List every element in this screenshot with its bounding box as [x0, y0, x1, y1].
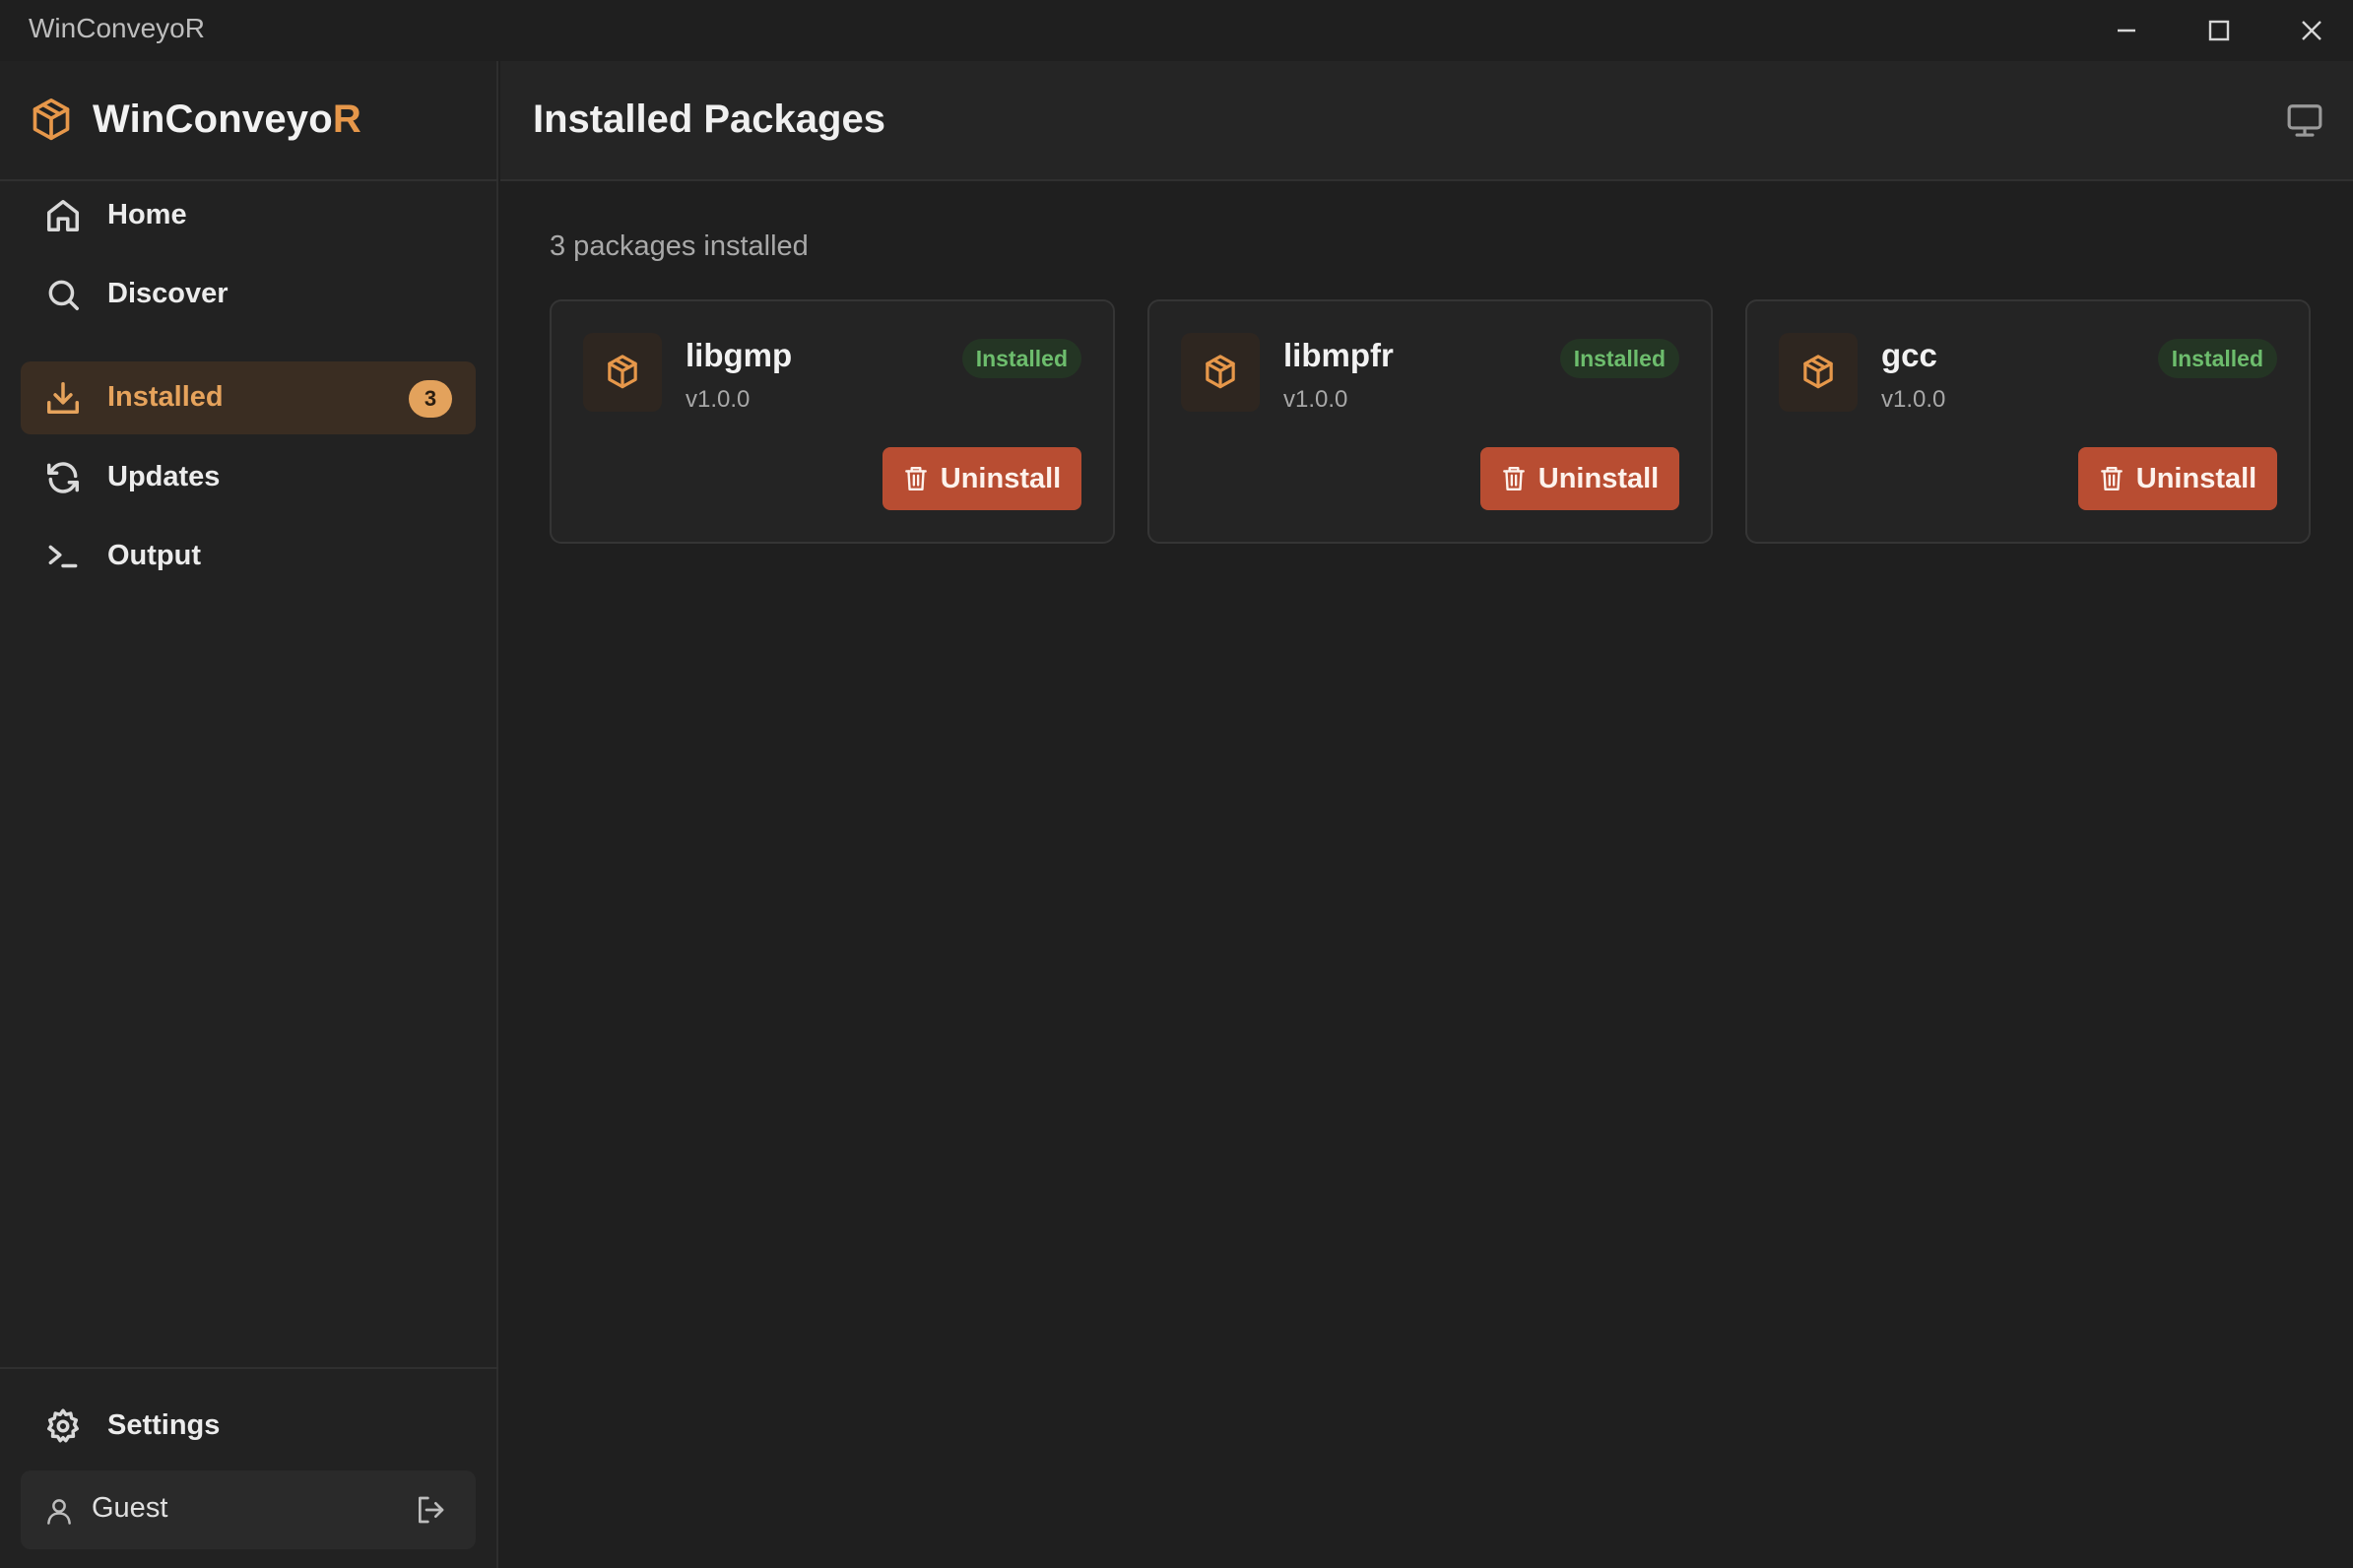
package-name: libmpfr: [1283, 337, 1394, 373]
page-title: Installed Packages: [533, 98, 885, 141]
package-icon: [1181, 333, 1260, 412]
brand: WinConveyoR: [0, 61, 498, 181]
sidebar: WinConveyoR Home Discover Installed 3 Up…: [0, 61, 498, 1568]
installed-count-badge: 3: [409, 380, 452, 418]
package-version: v1.0.0: [686, 386, 751, 413]
sidebar-item-installed[interactable]: Installed 3: [21, 361, 476, 434]
app-window: WinConveyoR WinConveyoR Home Discover In…: [0, 0, 2353, 1568]
sidebar-item-settings[interactable]: Settings: [21, 1390, 476, 1463]
trash-icon: [1502, 467, 1525, 490]
monitor-icon[interactable]: [2286, 102, 2323, 143]
sidebar-item-label: Home: [107, 199, 187, 230]
package-version: v1.0.0: [1283, 386, 1348, 413]
uninstall-label: Uninstall: [940, 462, 1062, 494]
packages-count-text: 3 packages installed: [550, 230, 809, 262]
terminal-icon: [44, 538, 82, 580]
app-name-main: WinConveyo: [93, 98, 333, 141]
title-bar: WinConveyoR: [0, 0, 2353, 61]
uninstall-label: Uninstall: [2135, 462, 2257, 494]
uninstall-label: Uninstall: [1537, 462, 1660, 494]
main-header: Installed Packages: [500, 61, 2353, 181]
sidebar-item-discover[interactable]: Discover: [21, 258, 476, 331]
package-name: gcc: [1881, 337, 1937, 373]
window-title: WinConveyoR: [29, 13, 205, 43]
package-card: libgmp v1.0.0 Installed Uninstall: [550, 299, 1115, 544]
logout-icon[interactable]: [415, 1494, 446, 1531]
close-button[interactable]: [2265, 0, 2353, 61]
status-badge: Installed: [2157, 339, 2277, 378]
uninstall-button[interactable]: Uninstall: [1480, 447, 1679, 510]
package-icon: [583, 333, 662, 412]
download-icon: [44, 379, 82, 422]
package-card: libmpfr v1.0.0 Installed Uninstall: [1147, 299, 1713, 544]
sidebar-item-label: Settings: [107, 1409, 221, 1441]
package-card: gcc v1.0.0 Installed Uninstall: [1745, 299, 2311, 544]
sidebar-item-home[interactable]: Home: [21, 179, 476, 252]
app-name-accent: R: [332, 98, 361, 141]
minimize-icon: [2118, 29, 2135, 33]
search-icon: [44, 276, 82, 318]
status-badge: Installed: [1559, 339, 1679, 378]
package-name: libgmp: [686, 337, 793, 373]
status-badge: Installed: [961, 339, 1081, 378]
minimize-button[interactable]: [2080, 0, 2173, 61]
uninstall-button[interactable]: Uninstall: [2078, 447, 2277, 510]
sidebar-item-output[interactable]: Output: [21, 520, 476, 593]
maximize-button[interactable]: [2173, 0, 2265, 61]
user-name: Guest: [92, 1492, 168, 1524]
sidebar-item-label: Installed: [107, 381, 224, 413]
trash-icon: [2100, 467, 2123, 490]
sidebar-item-label: Discover: [107, 278, 229, 309]
home-icon: [44, 197, 82, 239]
sidebar-item-label: Output: [107, 540, 202, 571]
uninstall-button[interactable]: Uninstall: [882, 447, 1081, 510]
package-icon: [30, 97, 73, 149]
trash-icon: [904, 467, 927, 490]
maximize-icon: [2208, 20, 2230, 41]
close-icon: [2302, 21, 2321, 40]
app-name: WinConveyoR: [93, 98, 361, 142]
package-version: v1.0.0: [1881, 386, 1946, 413]
sidebar-item-label: Updates: [107, 461, 221, 492]
refresh-icon: [44, 459, 82, 501]
user-icon: [44, 1496, 74, 1531]
package-icon: [1779, 333, 1858, 412]
gear-icon: [44, 1407, 82, 1450]
user-profile[interactable]: Guest: [21, 1470, 476, 1549]
sidebar-item-updates[interactable]: Updates: [21, 441, 476, 514]
